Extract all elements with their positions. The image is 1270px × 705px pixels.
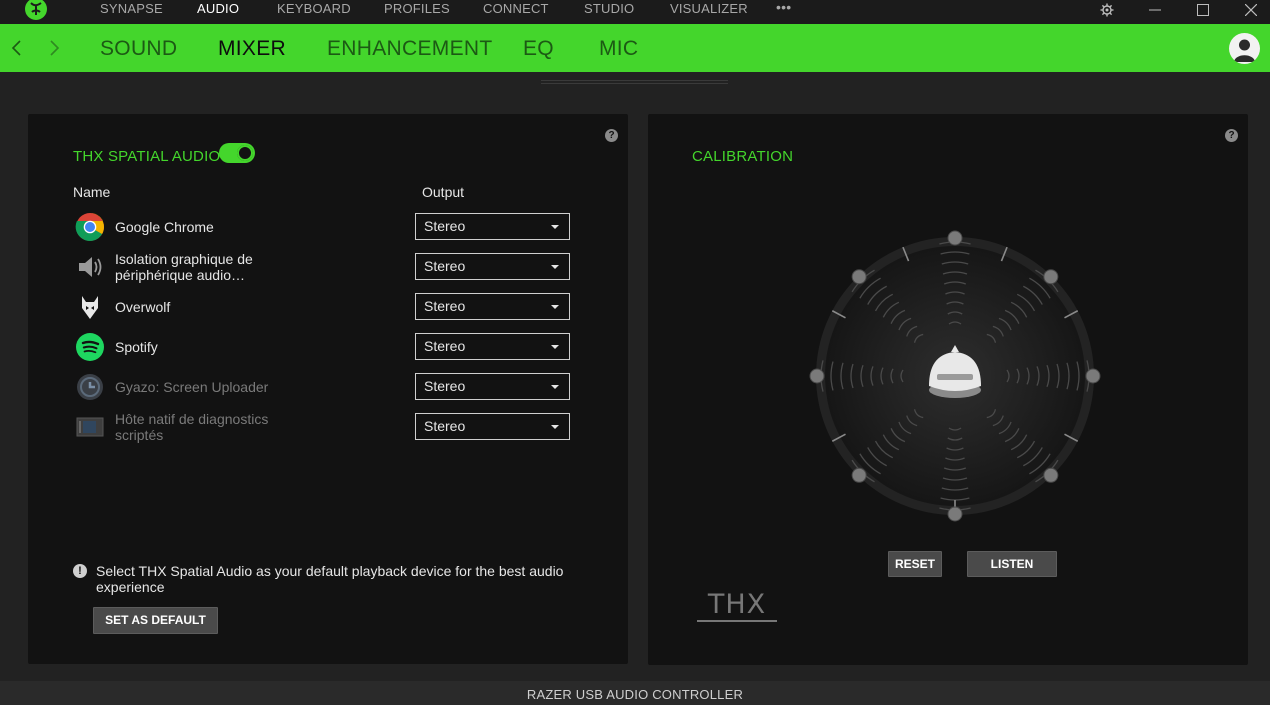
calibration-panel: ? CALIBRATION RESET LISTEN THX xyxy=(648,114,1248,665)
diagnostics-icon xyxy=(76,417,104,437)
output-value: Stereo xyxy=(424,218,466,234)
topnav-profiles[interactable]: PROFILES xyxy=(384,1,450,16)
caret-down-icon xyxy=(551,425,559,429)
default-device-notice: Select THX Spatial Audio as your default… xyxy=(96,563,564,595)
caret-down-icon xyxy=(551,385,559,389)
app-row-google-chrome: Google Chrome Stereo xyxy=(73,209,573,245)
gyazo-icon xyxy=(77,374,103,400)
output-select[interactable]: Stereo xyxy=(415,293,570,320)
mixer-help-icon[interactable]: ? xyxy=(605,129,618,142)
topnav-audio[interactable]: AUDIO xyxy=(197,1,239,16)
app-row-gyazo: Gyazo: Screen Uploader Stereo xyxy=(73,369,573,405)
more-menu-button[interactable]: ••• xyxy=(776,0,791,15)
app-name: Gyazo: Screen Uploader xyxy=(115,379,269,395)
device-status-bar: RAZER USB AUDIO CONTROLLER xyxy=(0,681,1270,705)
minimize-button[interactable] xyxy=(1140,0,1170,20)
calibration-title: CALIBRATION xyxy=(692,148,794,165)
back-arrow-icon[interactable] xyxy=(9,39,25,57)
close-button[interactable] xyxy=(1236,0,1266,20)
overwolf-icon xyxy=(75,292,105,322)
gear-icon xyxy=(1100,3,1114,17)
output-value: Stereo xyxy=(424,418,466,434)
app-row-diagnostics-host: Hôte natif de diagnostics scriptés Stere… xyxy=(73,409,573,445)
tab-eq[interactable]: EQ xyxy=(523,37,554,61)
thx-logo: THX xyxy=(697,591,777,622)
spotify-icon xyxy=(76,333,104,361)
chrome-icon xyxy=(75,212,104,241)
audio-sub-nav: SOUND MIXER ENHANCEMENT EQ MIC xyxy=(0,24,1270,72)
topnav-studio[interactable]: STUDIO xyxy=(584,1,634,16)
topnav-synapse[interactable]: SYNAPSE xyxy=(100,1,163,16)
output-select[interactable]: Stereo xyxy=(415,253,570,280)
speaker-node[interactable] xyxy=(1043,467,1059,483)
app-row-overwolf: Overwolf Stereo xyxy=(73,289,573,325)
output-value: Stereo xyxy=(424,378,466,394)
caret-down-icon xyxy=(551,345,559,349)
topnav-keyboard[interactable]: KEYBOARD xyxy=(277,1,351,16)
reset-button[interactable]: RESET xyxy=(888,551,942,577)
speaker-node[interactable] xyxy=(851,467,867,483)
maximize-button[interactable] xyxy=(1188,0,1218,20)
top-menu-bar: SYNAPSE AUDIO KEYBOARD PROFILES CONNECT … xyxy=(0,0,1270,24)
settings-button[interactable] xyxy=(1092,0,1122,20)
output-select[interactable]: Stereo xyxy=(415,213,570,240)
calibration-help-icon[interactable]: ? xyxy=(1225,129,1238,142)
razer-logo-icon[interactable] xyxy=(24,0,48,21)
tab-mixer[interactable]: MIXER xyxy=(218,37,286,61)
set-as-default-button[interactable]: SET AS DEFAULT xyxy=(93,607,218,634)
speaker-node[interactable] xyxy=(1085,368,1101,384)
column-header-name: Name xyxy=(73,184,111,200)
speaker-icon xyxy=(79,257,102,277)
user-avatar[interactable] xyxy=(1229,33,1260,64)
topnav-connect[interactable]: CONNECT xyxy=(483,1,549,16)
minimize-icon xyxy=(1149,9,1161,11)
output-select[interactable]: Stereo xyxy=(415,413,570,440)
calibration-dial xyxy=(809,230,1101,522)
speaker-node[interactable] xyxy=(809,368,825,384)
info-alert-icon: ! xyxy=(73,564,87,578)
caret-down-icon xyxy=(551,305,559,309)
user-icon xyxy=(1234,39,1255,62)
speaker-node[interactable] xyxy=(947,230,963,246)
caret-down-icon xyxy=(551,265,559,269)
app-name: Isolation graphique de périphérique audi… xyxy=(115,251,253,283)
maximize-icon xyxy=(1197,4,1209,16)
listen-button[interactable]: LISTEN xyxy=(967,551,1057,577)
forward-arrow-icon[interactable] xyxy=(46,39,62,57)
output-select[interactable]: Stereo xyxy=(415,333,570,360)
caret-down-icon xyxy=(551,225,559,229)
speaker-node[interactable] xyxy=(1043,269,1059,285)
app-name: Hôte natif de diagnostics scriptés xyxy=(115,411,269,443)
speaker-node[interactable] xyxy=(947,506,963,522)
tab-sound[interactable]: SOUND xyxy=(100,37,177,61)
mixer-panel: ? THX SPATIAL AUDIO Name Output Google C… xyxy=(28,114,628,664)
speaker-node[interactable] xyxy=(851,269,867,285)
thx-spatial-audio-toggle[interactable] xyxy=(219,143,255,163)
app-row-audio-isolation: Isolation graphique de périphérique audi… xyxy=(73,249,573,285)
app-name: Google Chrome xyxy=(115,219,214,235)
tab-enhancement[interactable]: ENHANCEMENT xyxy=(327,37,492,61)
output-value: Stereo xyxy=(424,338,466,354)
thx-spatial-audio-title: THX SPATIAL AUDIO xyxy=(73,148,221,165)
output-value: Stereo xyxy=(424,298,466,314)
close-icon xyxy=(1245,4,1257,16)
app-row-spotify: Spotify Stereo xyxy=(73,329,573,365)
column-header-output: Output xyxy=(422,184,465,200)
app-name: Spotify xyxy=(115,339,158,355)
output-select[interactable]: Stereo xyxy=(415,373,570,400)
tab-mic[interactable]: MIC xyxy=(599,37,638,61)
topnav-visualizer[interactable]: VISUALIZER xyxy=(670,1,748,16)
output-value: Stereo xyxy=(424,258,466,274)
app-name: Overwolf xyxy=(115,299,171,315)
device-tab-indicator xyxy=(541,80,728,84)
